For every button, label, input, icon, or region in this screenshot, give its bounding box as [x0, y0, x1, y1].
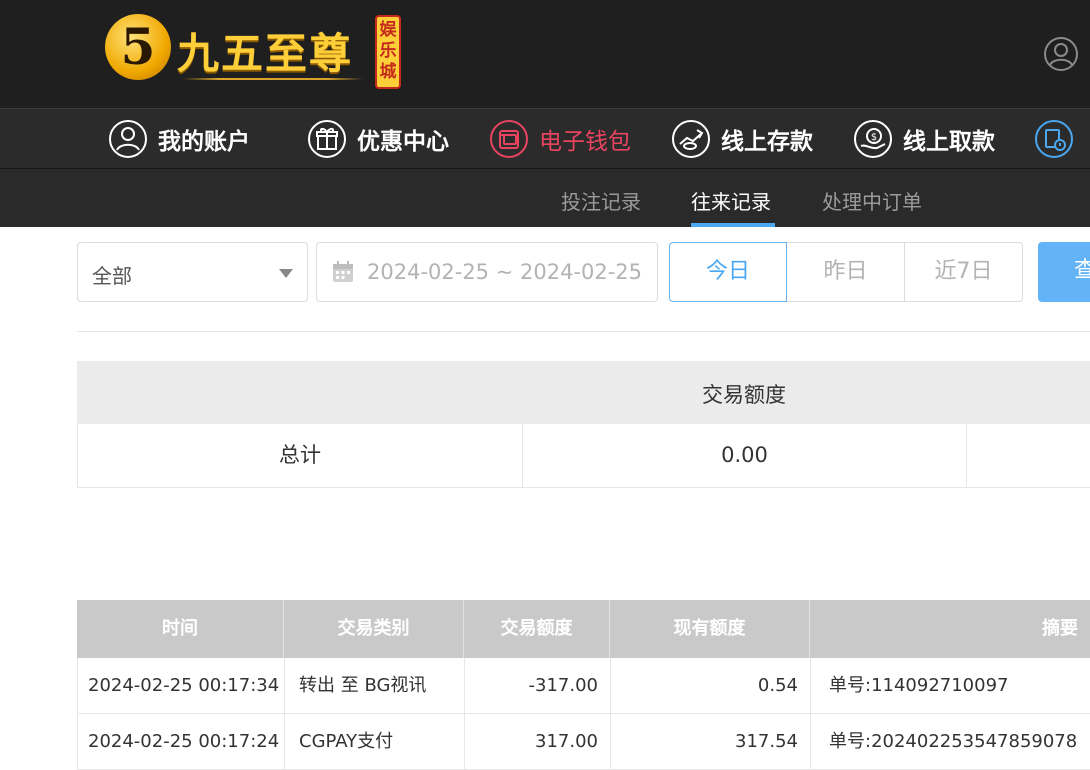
quick-last7days-button[interactable]: 近7日: [905, 242, 1023, 302]
summary-total-value: 0.00: [523, 424, 967, 487]
summary-header: 交易额度: [77, 361, 1090, 424]
tab-pending-orders[interactable]: 处理中订单: [822, 186, 922, 215]
type-select[interactable]: 全部: [77, 242, 308, 302]
col-time: 时间: [77, 600, 284, 658]
caret-down-icon: [279, 269, 293, 278]
col-type: 交易类别: [284, 600, 464, 658]
nav-online-deposit[interactable]: 线上存款: [671, 119, 813, 159]
table-row: 2024-02-25 00:17:34 转出 至 BG视讯 -317.00 0.…: [77, 658, 1090, 714]
cell-time: 2024-02-25 00:17:24: [78, 714, 285, 769]
deposit-icon: [672, 120, 710, 158]
logo-text: 九五至尊: [177, 29, 354, 78]
nav-online-withdraw[interactable]: $ 线上取款: [853, 119, 995, 159]
summary-extra-cell: [967, 424, 1090, 487]
col-summary: 摘要: [1042, 618, 1078, 639]
nav-promotions[interactable]: 优惠中心: [307, 119, 449, 159]
logo-badge: 娱乐城: [375, 15, 401, 89]
wallet-icon: [490, 120, 528, 158]
quick-today-button[interactable]: 今日: [669, 242, 787, 302]
cell-type: 转出 至 BG视讯: [285, 658, 465, 713]
tab-transaction-records[interactable]: 往来记录: [691, 186, 771, 215]
table-header-row: 时间 交易类别 交易额度 现有额度 摘要: [77, 600, 1090, 658]
cell-time: 2024-02-25 00:17:34: [78, 658, 285, 713]
user-icon: [109, 120, 147, 158]
summary-total-label: 总计: [78, 424, 523, 487]
calendar-icon: [333, 261, 353, 282]
nav-label: 电子钱包: [539, 129, 631, 155]
summary-header-label: 交易额度: [702, 383, 786, 407]
sub-nav: 投注记录 往来记录 处理中订单: [0, 169, 1090, 227]
summary-table: 交易额度 总计 0.00: [77, 361, 1090, 488]
date-range-value: 2024-02-25 ~ 2024-02-25: [367, 260, 643, 284]
nav-label: 我的账户: [158, 129, 250, 155]
gift-icon: [308, 120, 346, 158]
top-header: 5 九五至尊 娱乐城: [0, 0, 1090, 108]
withdraw-icon: $: [854, 120, 892, 158]
records-icon: [1035, 120, 1073, 158]
active-tab-indicator: [691, 223, 775, 227]
user-account-icon[interactable]: [1043, 36, 1079, 72]
site-logo[interactable]: 5 九五至尊 娱乐城: [105, 12, 405, 92]
tab-bet-records[interactable]: 投注记录: [561, 186, 641, 215]
nav-more-partial[interactable]: [1034, 119, 1084, 159]
cell-amount: 317.00: [465, 714, 611, 769]
summary-row: 总计 0.00: [77, 424, 1090, 488]
nav-label: 优惠中心: [357, 129, 449, 155]
logo-ornament: [183, 78, 363, 80]
nav-label: 线上存款: [721, 129, 813, 155]
cell-summary: 单号:20240225354785907​8: [829, 731, 1078, 752]
cell-amount: -317.00: [465, 658, 611, 713]
main-nav: 我的账户 优惠中心 电子钱包 线上存款 $ 线上取款: [0, 108, 1090, 169]
nav-my-account[interactable]: 我的账户: [108, 119, 250, 159]
section-divider: [77, 331, 1090, 332]
col-amount: 交易额度: [464, 600, 610, 658]
search-button[interactable]: 查: [1038, 242, 1090, 302]
quick-yesterday-button[interactable]: 昨日: [787, 242, 905, 302]
col-balance: 现有额度: [610, 600, 810, 658]
cell-summary: 单号:114092710097: [829, 675, 1009, 696]
cell-balance: 317.54: [611, 714, 811, 769]
logo-digit: 5: [120, 17, 156, 76]
nav-e-wallet[interactable]: 电子钱包: [489, 119, 631, 159]
date-range-input[interactable]: 2024-02-25 ~ 2024-02-25: [316, 242, 658, 302]
svg-text:$: $: [871, 132, 877, 143]
type-select-value: 全部: [92, 264, 132, 288]
nav-label: 线上取款: [903, 129, 995, 155]
cell-balance: 0.54: [611, 658, 811, 713]
cell-type: CGPAY支付: [285, 714, 465, 769]
table-row: 2024-02-25 00:17:24 CGPAY支付 317.00 317.5…: [77, 714, 1090, 770]
